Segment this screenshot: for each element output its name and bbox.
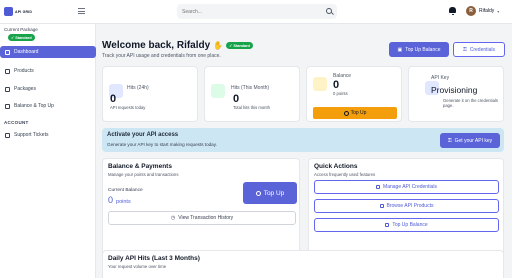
credentials-button[interactable]: ⚿ Credentials xyxy=(453,42,505,57)
current-package-label: Current Package xyxy=(4,27,38,32)
sidebar-item-support-tickets[interactable]: Support Tickets xyxy=(0,129,96,141)
manage-api-credentials-button[interactable]: Manage API Credentials xyxy=(314,180,499,194)
sidebar-item-products[interactable]: Products xyxy=(0,65,96,77)
quick-actions-card: Quick Actions Access frequently used fea… xyxy=(308,158,504,256)
balance-top-up-button[interactable]: Top Up xyxy=(313,107,397,119)
key-icon: ⚿ xyxy=(462,46,467,53)
view-transaction-history-button[interactable]: ◷ View Transaction History xyxy=(108,211,296,225)
stat-label: API Key xyxy=(431,75,450,81)
search-icon[interactable] xyxy=(326,8,332,14)
card-title: Balance & Payments xyxy=(108,163,172,170)
card-title: Quick Actions xyxy=(314,163,358,170)
sidebar-item-dashboard[interactable]: Dashboard xyxy=(0,46,96,58)
stat-sub: Total hits this month xyxy=(233,105,271,110)
menu-toggle-icon[interactable] xyxy=(78,8,85,14)
stat-value: Provisioning xyxy=(431,85,478,95)
wave-icon: ✋ xyxy=(213,41,224,50)
sidebar-item-label: Products xyxy=(14,68,34,74)
sidebar: Current Package ✓ Standard Dashboard Pro… xyxy=(0,24,96,278)
user-name: Rifaldy xyxy=(479,8,495,14)
user-menu[interactable]: R Rifaldy ▾ xyxy=(466,6,499,16)
sidebar-item-label: Support Tickets xyxy=(14,132,49,138)
plus-icon xyxy=(255,190,261,196)
stat-sub: API requests today xyxy=(110,105,146,110)
browse-api-products-button[interactable]: Browse API Products xyxy=(314,199,499,213)
sidebar-item-balance[interactable]: Balance & Top Up xyxy=(0,100,96,112)
status-badge: ✓ Standard xyxy=(226,42,253,49)
box-icon xyxy=(379,204,384,208)
account-section-label: ACCOUNT xyxy=(4,120,29,125)
quick-top-up-balance-button[interactable]: Top Up Balance xyxy=(314,218,499,232)
chart-icon xyxy=(211,84,225,98)
check-icon: ✓ xyxy=(11,36,15,40)
welcome-subtitle: Track your API usage and credentials fro… xyxy=(102,53,221,59)
chevron-down-icon: ▾ xyxy=(497,8,500,14)
key-icon xyxy=(376,185,381,189)
main-content: Welcome back, Rifaldy ✋ ✓ Standard Track… xyxy=(96,24,512,278)
hits-24h-card: Hits (24h) 0 API requests today xyxy=(102,66,198,122)
avatar: R xyxy=(466,6,476,16)
stat-label: Hits (24h) xyxy=(127,85,149,91)
banner-title: Activate your API access xyxy=(107,132,179,138)
wallet-icon xyxy=(5,103,10,109)
welcome-heading: Welcome back, Rifaldy ✋ ✓ Standard xyxy=(102,40,253,51)
package-badge: ✓ Standard xyxy=(8,34,35,41)
hits-month-card: Hits (This Month) 0 Total hits this mont… xyxy=(204,66,300,122)
wallet-icon: ▣ xyxy=(397,46,403,53)
card-subtitle: Access frequently used features xyxy=(314,172,376,177)
activate-api-banner: Activate your API access Generate your A… xyxy=(102,128,504,152)
banner-text: Generate your API key to start making re… xyxy=(107,142,217,147)
package-icon xyxy=(5,86,10,92)
history-icon: ◷ xyxy=(170,215,176,221)
wallet-icon xyxy=(313,77,327,91)
stat-value: 0 xyxy=(233,93,240,105)
sidebar-item-label: Packages xyxy=(14,86,36,92)
wallet-icon xyxy=(385,223,390,227)
current-balance: 0 points xyxy=(108,195,131,205)
logo-text: API GRID xyxy=(15,9,33,14)
stat-sub: Generate it on the credentials page. xyxy=(443,98,498,108)
stat-sub: 0 points xyxy=(333,91,348,96)
stat-value: 0 xyxy=(333,79,340,91)
card-subtitle: Your request volume over time xyxy=(108,264,167,269)
stat-label: Hits (This Month) xyxy=(231,85,270,91)
app-logo[interactable]: API GRID xyxy=(4,7,32,16)
card-title: Daily API Hits (Last 3 Months) xyxy=(108,255,200,262)
sidebar-item-label: Balance & Top Up xyxy=(14,103,54,109)
current-balance-label: Current Balance xyxy=(108,188,143,193)
balance-top-up-big-button[interactable]: Top Up xyxy=(243,182,297,204)
ticket-icon xyxy=(5,132,10,138)
balance-value: 0 xyxy=(108,195,114,205)
sidebar-item-packages[interactable]: Packages xyxy=(0,83,96,95)
plus-icon xyxy=(343,110,349,116)
api-key-card: API Key Provisioning Generate it on the … xyxy=(408,66,504,122)
balance-payments-card: Balance & Payments Manage your points an… xyxy=(102,158,300,256)
logo-icon xyxy=(4,7,13,16)
grid-icon xyxy=(5,49,10,55)
page-title: Welcome back, Rifaldy xyxy=(102,40,211,51)
notifications-bell-icon[interactable] xyxy=(449,7,456,15)
top-bar: API GRID R Rifaldy ▾ xyxy=(0,0,512,24)
sidebar-item-label: Dashboard xyxy=(14,49,39,55)
search-bar[interactable] xyxy=(177,4,337,19)
stat-value: 0 xyxy=(110,93,117,105)
balance-card: Balance 0 0 points Top Up xyxy=(306,66,402,122)
package-badge-label: Standard xyxy=(15,35,32,40)
key-icon: ⚿ xyxy=(447,137,452,144)
get-api-key-button[interactable]: ⚿ Get your API key xyxy=(440,133,500,148)
search-input[interactable] xyxy=(182,8,322,15)
top-up-balance-button[interactable]: ▣ Top Up Balance xyxy=(389,42,449,57)
balance-unit: points xyxy=(116,199,131,205)
daily-hits-card: Daily API Hits (Last 3 Months) Your requ… xyxy=(102,250,504,278)
box-icon xyxy=(5,68,10,74)
card-subtitle: Manage your points and transactions xyxy=(108,172,179,177)
